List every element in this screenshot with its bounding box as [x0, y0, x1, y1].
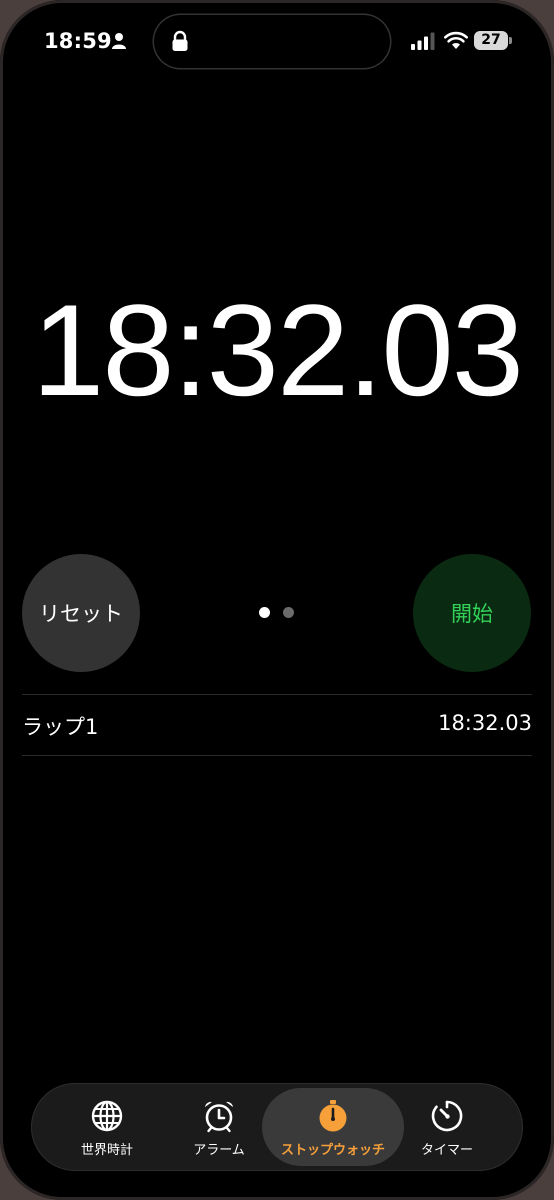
- lock-icon: [172, 30, 188, 51]
- stopwatch-display: 18:32.03: [31, 277, 524, 423]
- page-dot-inactive: [283, 607, 294, 618]
- start-button[interactable]: 開始: [413, 554, 531, 672]
- battery-indicator: 27: [474, 31, 508, 50]
- lap-divider-bottom: [22, 755, 532, 756]
- lap-row: ラップ1 18:32.03: [22, 695, 532, 755]
- tab-stopwatch-label: ストップウォッチ: [280, 1143, 385, 1158]
- lap-time: 18:32.03: [438, 711, 532, 735]
- page-dot-active: [259, 607, 270, 618]
- start-button-label: 開始: [451, 602, 493, 626]
- tab-bar: 世界時計 アラーム ストップウォッチ タイマー: [31, 1083, 523, 1171]
- tab-world-clock-label: 世界時計: [80, 1143, 133, 1158]
- battery-tip: [509, 37, 512, 44]
- phone-screen: 18:59 27 18:32.03 リセット 開始 ラップ1 18:32.03 …: [0, 0, 554, 1200]
- globe-icon: [91, 1100, 123, 1132]
- dynamic-island: [154, 15, 390, 68]
- tab-stopwatch[interactable]: ストップウォッチ: [267, 1083, 399, 1171]
- tab-timer[interactable]: タイマー: [397, 1083, 497, 1171]
- reset-button[interactable]: リセット: [22, 554, 140, 672]
- reset-button-label: リセット: [39, 602, 123, 626]
- cellular-signal-icon: [411, 32, 435, 50]
- alarm-clock-icon: [205, 1101, 233, 1133]
- tab-timer-label: タイマー: [420, 1143, 473, 1158]
- tab-alarm-label: アラーム: [193, 1143, 245, 1158]
- status-bar: 18:59 27: [0, 0, 554, 80]
- tab-world-clock[interactable]: 世界時計: [57, 1083, 157, 1171]
- wifi-icon: [444, 31, 468, 49]
- page-indicator[interactable]: [258, 607, 298, 619]
- tab-alarm[interactable]: アラーム: [169, 1083, 269, 1171]
- status-time: 18:59: [44, 29, 112, 53]
- timer-icon: [431, 1100, 463, 1132]
- lap-label: ラップ1: [22, 715, 99, 739]
- stopwatch-icon: [319, 1100, 347, 1132]
- person-icon: [112, 33, 126, 49]
